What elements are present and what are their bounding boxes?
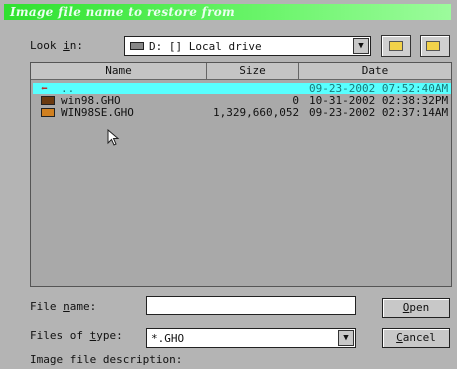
file-name-label: File name:	[30, 300, 97, 313]
list-item[interactable]: win98.GHO 0 10-31-2002 02:38:32PM	[33, 95, 451, 106]
cancel-button[interactable]: Cancel	[382, 328, 450, 348]
files-of-type-dropdown[interactable]: *.GHO ▼	[146, 328, 356, 348]
open-button[interactable]: Open	[382, 298, 450, 318]
up-folder-icon	[389, 41, 403, 51]
drive-icon	[130, 42, 144, 50]
files-of-type-value: *.GHO	[151, 332, 185, 345]
chevron-down-icon[interactable]: ▼	[338, 330, 354, 346]
list-item[interactable]: WIN98SE.GHO 1,329,660,052 09-23-2002 02:…	[33, 107, 451, 118]
column-header-name[interactable]: Name	[31, 63, 207, 80]
list-item[interactable]: ⬅ .. 09-23-2002 07:52:40AM	[33, 83, 451, 94]
new-folder-icon	[426, 41, 440, 51]
look-in-dropdown[interactable]: D: [] Local drive ▼	[124, 36, 371, 56]
column-header-size[interactable]: Size	[207, 63, 299, 80]
image-file-icon	[41, 96, 55, 105]
look-in-label: Look in:	[30, 39, 83, 52]
file-list[interactable]: Name Size Date ⬅ .. 09-23-2002 07:52:40A…	[30, 62, 452, 287]
image-file-icon	[41, 108, 55, 117]
image-description-label: Image file description:	[30, 353, 183, 366]
files-of-type-label: Files of type:	[30, 329, 123, 342]
window-title: Image file name to restore from	[4, 4, 451, 20]
chevron-down-icon[interactable]: ▼	[353, 38, 369, 54]
up-arrow-icon: ⬅	[41, 82, 48, 95]
mouse-pointer-icon	[107, 129, 120, 146]
new-folder-button[interactable]	[420, 35, 450, 57]
file-name-input[interactable]	[146, 296, 356, 315]
column-header-date[interactable]: Date	[299, 63, 451, 80]
up-folder-button[interactable]	[381, 35, 411, 57]
look-in-value: D: [] Local drive	[149, 40, 262, 53]
